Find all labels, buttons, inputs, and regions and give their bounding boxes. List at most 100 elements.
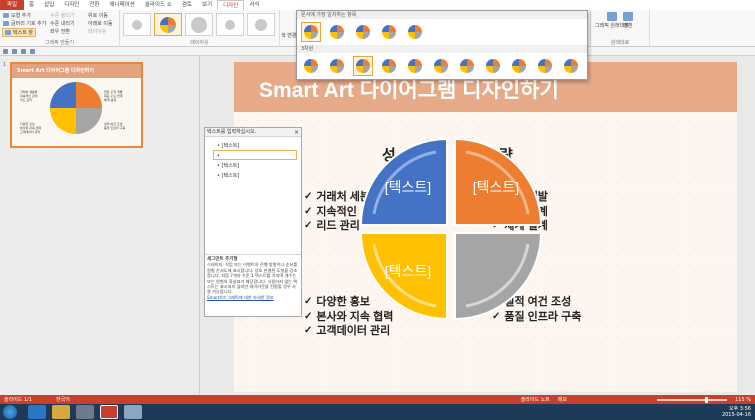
move-down-button[interactable]: 아래로 이동 bbox=[88, 20, 113, 27]
style-option[interactable] bbox=[457, 56, 477, 76]
layout-option[interactable] bbox=[123, 13, 151, 36]
tab-review[interactable]: 검토 bbox=[177, 0, 197, 10]
thumbnail-cycle-diagram bbox=[50, 82, 102, 134]
style-preview-icon bbox=[434, 59, 448, 73]
change-colors-button[interactable]: 색 변경 bbox=[281, 32, 296, 39]
tab-file[interactable]: 파일 bbox=[0, 0, 24, 10]
slide-thumbnail-pane: 1 Smart Art 다이어그램 디자인하기 거래처 세분화 지속적인 관리 … bbox=[0, 56, 200, 395]
close-icon[interactable]: × bbox=[294, 128, 299, 137]
redo-icon[interactable] bbox=[21, 48, 26, 54]
zoom-level[interactable]: 115 % bbox=[735, 397, 751, 403]
check-icon: ✓ bbox=[304, 296, 313, 307]
style-option[interactable] bbox=[561, 56, 581, 76]
save-icon[interactable] bbox=[3, 48, 8, 54]
slide-number: 1 bbox=[3, 62, 7, 68]
start-slideshow-icon[interactable] bbox=[30, 48, 35, 54]
gallery-section-3d: 3차원 bbox=[297, 45, 587, 53]
move-up-button[interactable]: 위로 이동 bbox=[88, 12, 108, 19]
style-option[interactable] bbox=[535, 56, 555, 76]
tab-design[interactable]: 디자인 bbox=[59, 0, 84, 10]
app-icon[interactable] bbox=[124, 405, 142, 419]
smartart-styles-gallery: 문서에 가장 일치하는 항목 3차원 bbox=[296, 10, 588, 80]
style-option[interactable] bbox=[405, 56, 425, 76]
text-pane-list: • [텍스트] • • [텍스트] • [텍스트] bbox=[205, 137, 301, 180]
right-to-left-button[interactable]: 좌우 전환 bbox=[50, 28, 70, 35]
text-pane-item[interactable]: • [텍스트] bbox=[213, 140, 297, 150]
notes-button[interactable]: 슬라이드 노트 bbox=[521, 396, 550, 403]
style-preview-icon bbox=[408, 59, 422, 73]
text-pane-item[interactable]: • [텍스트] bbox=[213, 160, 297, 170]
style-option[interactable] bbox=[483, 56, 503, 76]
check-icon: ✓ bbox=[304, 220, 313, 231]
tab-view[interactable]: 보기 bbox=[197, 0, 217, 10]
group-label-layouts: 레이아웃 bbox=[190, 40, 209, 46]
smartart-text-pane: 텍스트를 입력하십시오. × • [텍스트] • • [텍스트] • [텍스트]… bbox=[204, 127, 302, 317]
promote-button[interactable]: 수준 올리기 bbox=[50, 12, 75, 19]
style-option[interactable] bbox=[327, 56, 347, 76]
undo-icon[interactable] bbox=[12, 48, 17, 54]
style-preview-icon bbox=[564, 59, 578, 73]
segment-label[interactable]: [텍스트] bbox=[473, 179, 519, 195]
style-preview-icon bbox=[486, 59, 500, 73]
more-info-link[interactable]: SmartArt 그래픽에 대한 자세한 정보 bbox=[207, 295, 299, 300]
layout-option[interactable] bbox=[185, 13, 213, 36]
tab-smartart-format[interactable]: 서식 bbox=[244, 0, 264, 10]
text-pane-button[interactable]: 텍스트 창 bbox=[2, 28, 36, 37]
add-shape-button[interactable]: 도형 추가 bbox=[3, 12, 31, 19]
status-bar: 슬라이드 1/1 한국어 슬라이드 노트 메모 115 % bbox=[0, 395, 755, 404]
text-pane-item-active[interactable]: • bbox=[213, 150, 297, 160]
text-pane-header: 텍스트를 입력하십시오. × bbox=[205, 128, 301, 137]
style-option-selected[interactable] bbox=[301, 22, 321, 42]
start-button[interactable] bbox=[3, 405, 17, 419]
style-option[interactable] bbox=[509, 56, 529, 76]
tab-home[interactable]: 홈 bbox=[24, 0, 39, 10]
gallery-section-best-match: 문서에 가장 일치하는 항목 bbox=[297, 11, 587, 19]
powerpoint-icon[interactable] bbox=[100, 405, 118, 419]
style-option[interactable] bbox=[379, 22, 399, 42]
tab-slideshow[interactable]: 슬라이드 쇼 bbox=[140, 0, 177, 10]
group-label-reset: 원래대로 bbox=[610, 40, 630, 46]
slide-thumbnail[interactable]: Smart Art 다이어그램 디자인하기 거래처 세분화 지속적인 관리 리드… bbox=[10, 62, 143, 148]
zoom-slider[interactable] bbox=[657, 396, 728, 403]
tab-animations[interactable]: 애니메이션 bbox=[105, 0, 140, 10]
text-pane-icon bbox=[5, 30, 11, 35]
style-option[interactable] bbox=[327, 22, 347, 42]
style-option[interactable] bbox=[431, 56, 451, 76]
tab-transitions[interactable]: 전환 bbox=[84, 0, 104, 10]
comments-button[interactable]: 메모 bbox=[558, 396, 567, 403]
segment-label[interactable]: [텍스트] bbox=[385, 179, 431, 195]
tab-smartart-design[interactable]: 디자인 bbox=[217, 0, 245, 10]
segment-label[interactable]: [텍스트] bbox=[385, 263, 431, 279]
zoom-thumb[interactable] bbox=[705, 396, 709, 403]
folder-icon[interactable] bbox=[52, 405, 70, 419]
style-preview-icon bbox=[460, 59, 474, 73]
text-pane-info: 세그먼트 주기형 스테이지, 작업 또는 이벤트의 진행 방향이나 순서를 원형… bbox=[205, 254, 301, 316]
style-option[interactable] bbox=[379, 56, 399, 76]
style-preview-icon bbox=[538, 59, 552, 73]
style-option[interactable] bbox=[353, 22, 373, 42]
language-indicator[interactable]: 한국어 bbox=[56, 396, 70, 403]
layout-option-selected[interactable] bbox=[154, 13, 182, 36]
layout-button[interactable]: 레이아웃 bbox=[88, 28, 106, 35]
check-icon: ✓ bbox=[304, 310, 313, 322]
layout-description: 스테이지, 작업 또는 이벤트의 진행 방향이나 순서를 원형 순서도에 표시합… bbox=[207, 262, 298, 295]
layout-option[interactable] bbox=[247, 13, 275, 36]
demote-button[interactable]: 수준 내리기 bbox=[50, 20, 75, 27]
segmented-cycle-diagram[interactable]: [텍스트] [텍스트] [텍스트] bbox=[356, 134, 546, 324]
thumbnail-title: Smart Art 다이어그램 디자인하기 bbox=[12, 64, 141, 78]
add-bullet-button[interactable]: 글머리 기호 추가 bbox=[3, 20, 46, 27]
text-pane-title: 텍스트를 입력하십시오. bbox=[207, 129, 257, 135]
layout-option[interactable] bbox=[216, 13, 244, 36]
slide-canvas[interactable]: Smart Art 다이어그램 디자인하기 성 략 ✓거래처 세분 ✓지속적인 … bbox=[234, 62, 737, 392]
slide-indicator: 슬라이드 1/1 bbox=[4, 397, 33, 403]
convert-icon bbox=[623, 12, 633, 21]
text-pane-item[interactable]: • [텍스트] bbox=[213, 170, 297, 180]
media-icon[interactable] bbox=[76, 405, 94, 419]
style-option-selected[interactable] bbox=[353, 56, 373, 76]
convert-button[interactable]: 변환 bbox=[623, 12, 633, 29]
style-option[interactable] bbox=[301, 56, 321, 76]
ie-icon[interactable] bbox=[28, 405, 46, 419]
tab-insert[interactable]: 삽입 bbox=[39, 0, 59, 10]
style-option[interactable] bbox=[405, 22, 425, 42]
reset-graphic-icon bbox=[606, 12, 617, 21]
